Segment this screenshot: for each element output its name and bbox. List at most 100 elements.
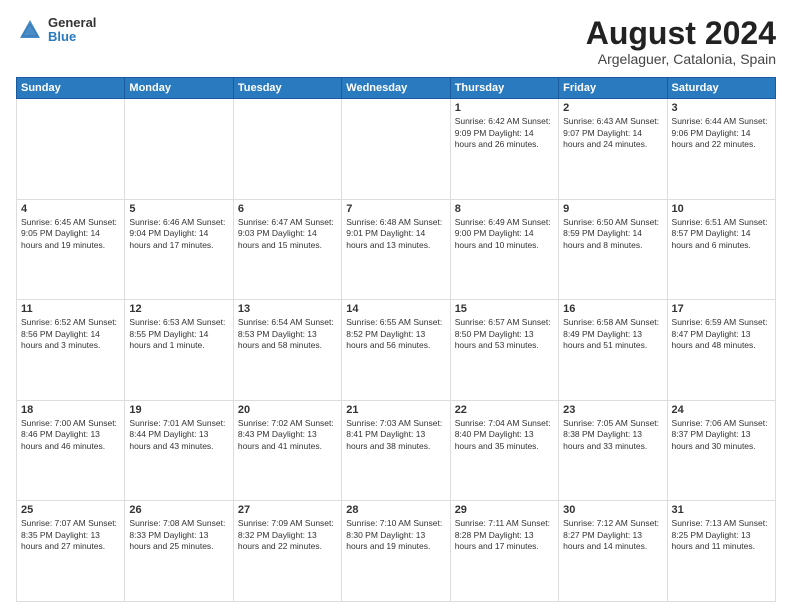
day-detail: Sunrise: 6:52 AM Sunset: 8:56 PM Dayligh… bbox=[21, 317, 120, 351]
day-number: 2 bbox=[563, 102, 662, 114]
day-detail: Sunrise: 6:44 AM Sunset: 9:06 PM Dayligh… bbox=[672, 116, 771, 150]
table-row: 28 Sunrise: 7:10 AM Sunset: 8:30 PM Dayli… bbox=[342, 501, 450, 602]
col-tuesday: Tuesday bbox=[233, 78, 341, 99]
day-detail: Sunrise: 6:48 AM Sunset: 9:01 PM Dayligh… bbox=[346, 217, 445, 251]
day-number: 28 bbox=[346, 504, 445, 516]
page-title: August 2024 bbox=[586, 16, 776, 51]
day-number: 23 bbox=[563, 404, 662, 416]
day-detail: Sunrise: 7:04 AM Sunset: 8:40 PM Dayligh… bbox=[455, 418, 554, 452]
page: General Blue August 2024 Argelaguer, Cat… bbox=[0, 0, 792, 612]
table-row: 24Sunrise: 7:06 AM Sunset: 8:37 PM Dayli… bbox=[667, 400, 775, 501]
col-friday: Friday bbox=[559, 78, 667, 99]
table-row: 1 Sunrise: 6:42 AM Sunset: 9:09 PM Daylig… bbox=[450, 99, 558, 200]
table-row bbox=[233, 99, 341, 200]
table-row: 19Sunrise: 7:01 AM Sunset: 8:44 PM Dayli… bbox=[125, 400, 233, 501]
day-number: 20 bbox=[238, 404, 337, 416]
table-row: 6Sunrise: 6:47 AM Sunset: 9:03 PM Daylig… bbox=[233, 199, 341, 300]
day-number: 19 bbox=[129, 404, 228, 416]
day-detail: Sunrise: 6:51 AM Sunset: 8:57 PM Dayligh… bbox=[672, 217, 771, 251]
day-number: 17 bbox=[672, 303, 771, 315]
day-number: 26 bbox=[129, 504, 228, 516]
day-number: 21 bbox=[346, 404, 445, 416]
table-row: 13 Sunrise: 6:54 AM Sunset: 8:53 PM Dayli… bbox=[233, 300, 341, 401]
table-row: 16Sunrise: 6:58 AM Sunset: 8:49 PM Dayli… bbox=[559, 300, 667, 401]
day-number: 31 bbox=[672, 504, 771, 516]
day-detail: Sunrise: 6:45 AM Sunset: 9:05 PM Dayligh… bbox=[21, 217, 120, 251]
logo-blue-label: Blue bbox=[48, 30, 96, 44]
calendar-header-row: Sunday Monday Tuesday Wednesday Thursday… bbox=[17, 78, 776, 99]
table-row: 20 Sunrise: 7:02 AM Sunset: 8:43 PM Dayli… bbox=[233, 400, 341, 501]
day-number: 18 bbox=[21, 404, 120, 416]
table-row: 26Sunrise: 7:08 AM Sunset: 8:33 PM Dayli… bbox=[125, 501, 233, 602]
table-row: 11 Sunrise: 6:52 AM Sunset: 8:56 PM Dayli… bbox=[17, 300, 125, 401]
table-row: 15Sunrise: 6:57 AM Sunset: 8:50 PM Dayli… bbox=[450, 300, 558, 401]
calendar-week-row: 25Sunrise: 7:07 AM Sunset: 8:35 PM Dayli… bbox=[17, 501, 776, 602]
table-row: 8 Sunrise: 6:49 AM Sunset: 9:00 PM Daylig… bbox=[450, 199, 558, 300]
day-detail: Sunrise: 6:50 AM Sunset: 8:59 PM Dayligh… bbox=[563, 217, 662, 251]
day-number: 14 bbox=[346, 303, 445, 315]
logo-icon bbox=[16, 16, 44, 44]
day-detail: Sunrise: 6:49 AM Sunset: 9:00 PM Dayligh… bbox=[455, 217, 554, 251]
calendar-week-row: 1 Sunrise: 6:42 AM Sunset: 9:09 PM Daylig… bbox=[17, 99, 776, 200]
calendar-week-row: 18 Sunrise: 7:00 AM Sunset: 8:46 PM Dayli… bbox=[17, 400, 776, 501]
day-number: 6 bbox=[238, 203, 337, 215]
day-number: 3 bbox=[672, 102, 771, 114]
table-row: 30Sunrise: 7:12 AM Sunset: 8:27 PM Dayli… bbox=[559, 501, 667, 602]
day-number: 10 bbox=[672, 203, 771, 215]
table-row: 12Sunrise: 6:53 AM Sunset: 8:55 PM Dayli… bbox=[125, 300, 233, 401]
table-row: 31 Sunrise: 7:13 AM Sunset: 8:25 PM Dayli… bbox=[667, 501, 775, 602]
day-number: 24 bbox=[672, 404, 771, 416]
day-detail: Sunrise: 7:00 AM Sunset: 8:46 PM Dayligh… bbox=[21, 418, 120, 452]
day-number: 1 bbox=[455, 102, 554, 114]
table-row: 23 Sunrise: 7:05 AM Sunset: 8:38 PM Dayli… bbox=[559, 400, 667, 501]
day-detail: Sunrise: 7:13 AM Sunset: 8:25 PM Dayligh… bbox=[672, 518, 771, 552]
day-number: 4 bbox=[21, 203, 120, 215]
day-detail: Sunrise: 6:54 AM Sunset: 8:53 PM Dayligh… bbox=[238, 317, 337, 351]
table-row: 9 Sunrise: 6:50 AM Sunset: 8:59 PM Daylig… bbox=[559, 199, 667, 300]
day-detail: Sunrise: 6:59 AM Sunset: 8:47 PM Dayligh… bbox=[672, 317, 771, 351]
day-number: 16 bbox=[563, 303, 662, 315]
table-row: 22 Sunrise: 7:04 AM Sunset: 8:40 PM Dayli… bbox=[450, 400, 558, 501]
col-saturday: Saturday bbox=[667, 78, 775, 99]
day-detail: Sunrise: 7:05 AM Sunset: 8:38 PM Dayligh… bbox=[563, 418, 662, 452]
col-wednesday: Wednesday bbox=[342, 78, 450, 99]
day-detail: Sunrise: 6:46 AM Sunset: 9:04 PM Dayligh… bbox=[129, 217, 228, 251]
table-row: 18 Sunrise: 7:00 AM Sunset: 8:46 PM Dayli… bbox=[17, 400, 125, 501]
day-number: 30 bbox=[563, 504, 662, 516]
day-detail: Sunrise: 6:57 AM Sunset: 8:50 PM Dayligh… bbox=[455, 317, 554, 351]
table-row bbox=[125, 99, 233, 200]
day-detail: Sunrise: 7:10 AM Sunset: 8:30 PM Dayligh… bbox=[346, 518, 445, 552]
col-thursday: Thursday bbox=[450, 78, 558, 99]
logo: General Blue bbox=[16, 16, 96, 45]
day-detail: Sunrise: 6:55 AM Sunset: 8:52 PM Dayligh… bbox=[346, 317, 445, 351]
day-number: 12 bbox=[129, 303, 228, 315]
page-subtitle: Argelaguer, Catalonia, Spain bbox=[586, 51, 776, 67]
table-row: 2 Sunrise: 6:43 AM Sunset: 9:07 PM Daylig… bbox=[559, 99, 667, 200]
day-detail: Sunrise: 7:07 AM Sunset: 8:35 PM Dayligh… bbox=[21, 518, 120, 552]
day-number: 9 bbox=[563, 203, 662, 215]
table-row: 17 Sunrise: 6:59 AM Sunset: 8:47 PM Dayli… bbox=[667, 300, 775, 401]
day-number: 29 bbox=[455, 504, 554, 516]
day-detail: Sunrise: 7:09 AM Sunset: 8:32 PM Dayligh… bbox=[238, 518, 337, 552]
day-detail: Sunrise: 7:03 AM Sunset: 8:41 PM Dayligh… bbox=[346, 418, 445, 452]
table-row: 5Sunrise: 6:46 AM Sunset: 9:04 PM Daylig… bbox=[125, 199, 233, 300]
table-row: 3 Sunrise: 6:44 AM Sunset: 9:06 PM Daylig… bbox=[667, 99, 775, 200]
table-row: 25Sunrise: 7:07 AM Sunset: 8:35 PM Dayli… bbox=[17, 501, 125, 602]
day-detail: Sunrise: 7:02 AM Sunset: 8:43 PM Dayligh… bbox=[238, 418, 337, 452]
day-detail: Sunrise: 6:42 AM Sunset: 9:09 PM Dayligh… bbox=[455, 116, 554, 150]
day-detail: Sunrise: 7:11 AM Sunset: 8:28 PM Dayligh… bbox=[455, 518, 554, 552]
day-detail: Sunrise: 6:43 AM Sunset: 9:07 PM Dayligh… bbox=[563, 116, 662, 150]
logo-text: General Blue bbox=[48, 16, 96, 45]
col-monday: Monday bbox=[125, 78, 233, 99]
day-number: 22 bbox=[455, 404, 554, 416]
table-row: 7Sunrise: 6:48 AM Sunset: 9:01 PM Daylig… bbox=[342, 199, 450, 300]
table-row: 4 Sunrise: 6:45 AM Sunset: 9:05 PM Daylig… bbox=[17, 199, 125, 300]
day-number: 8 bbox=[455, 203, 554, 215]
calendar-week-row: 4 Sunrise: 6:45 AM Sunset: 9:05 PM Daylig… bbox=[17, 199, 776, 300]
table-row: 29 Sunrise: 7:11 AM Sunset: 8:28 PM Dayli… bbox=[450, 501, 558, 602]
header: General Blue August 2024 Argelaguer, Cat… bbox=[16, 16, 776, 67]
logo-general-label: General bbox=[48, 16, 96, 30]
day-number: 11 bbox=[21, 303, 120, 315]
table-row: 14 Sunrise: 6:55 AM Sunset: 8:52 PM Dayli… bbox=[342, 300, 450, 401]
day-number: 13 bbox=[238, 303, 337, 315]
